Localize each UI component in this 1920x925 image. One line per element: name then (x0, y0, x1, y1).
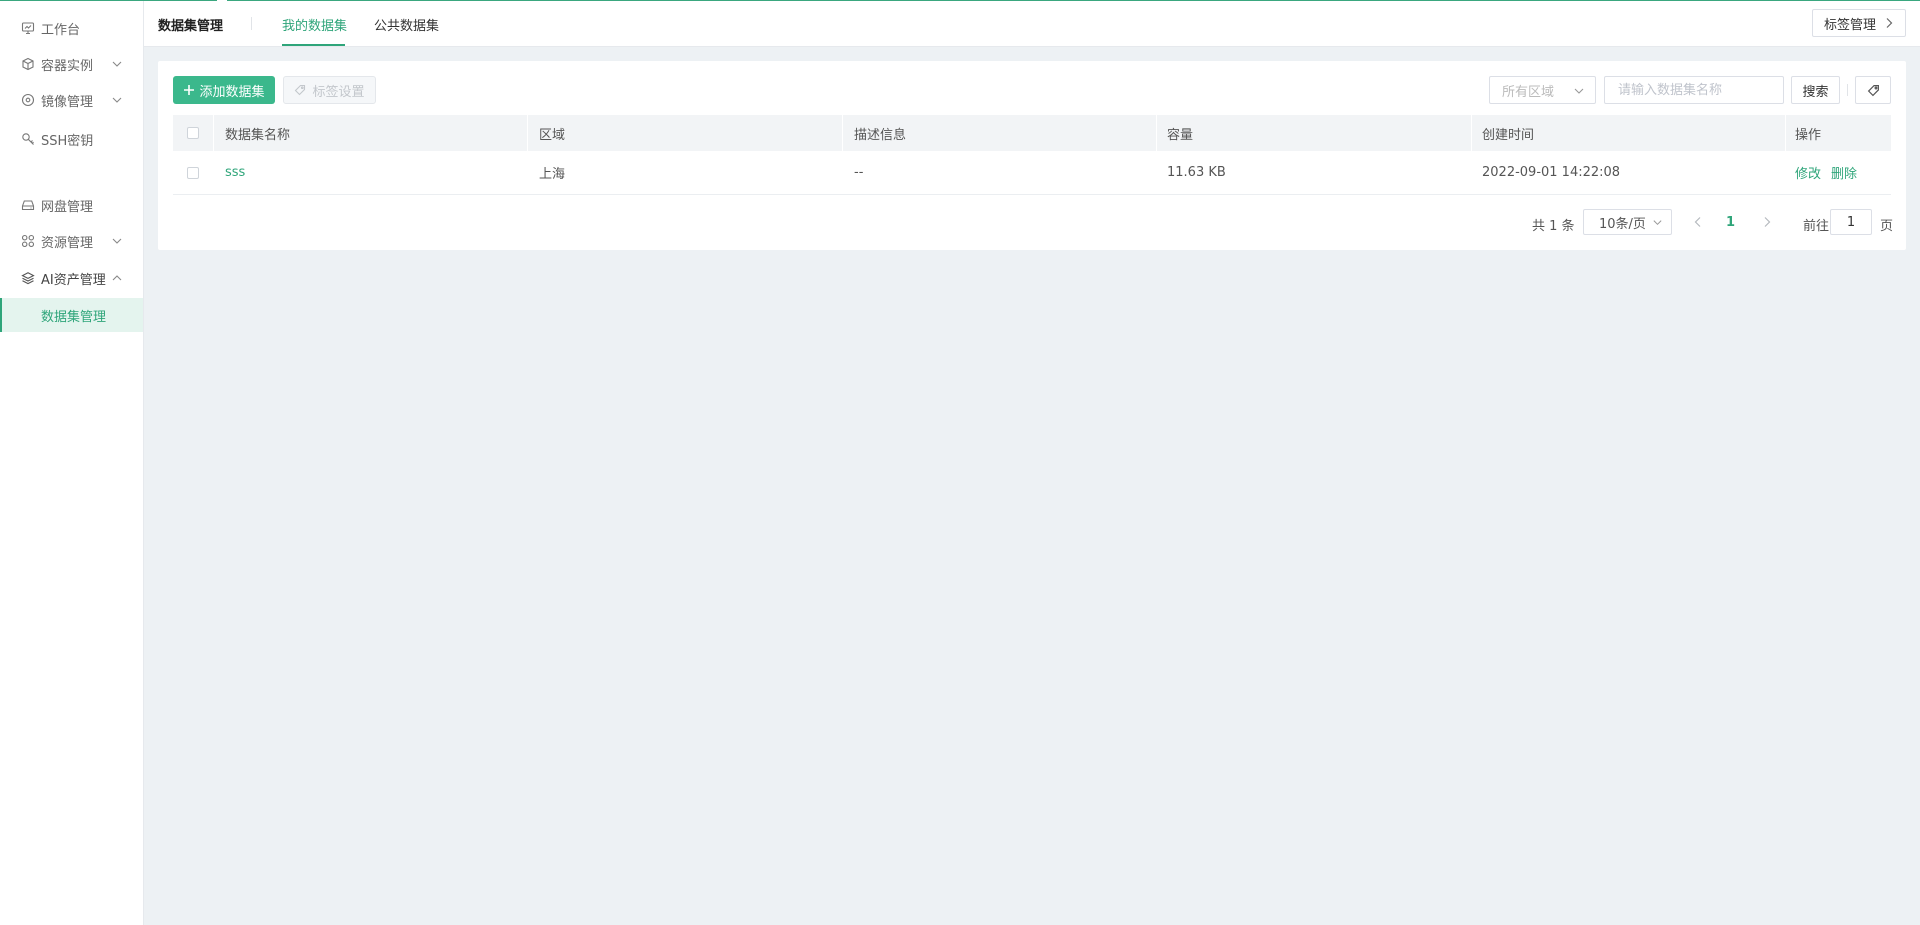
row-checkbox[interactable] (187, 166, 199, 179)
active-tab-indicator (282, 44, 345, 46)
add-dataset-button[interactable]: 添加数据集 (173, 76, 275, 104)
search-button[interactable]: 搜索 (1791, 76, 1840, 104)
page-suffix-label: 页 (1880, 219, 1894, 234)
tag-icon (295, 84, 306, 96)
edit-link[interactable]: 修改 (1795, 163, 1821, 182)
dataset-name-cell: sss (213, 151, 527, 194)
dataset-description-cell: -- (854, 165, 864, 180)
key-icon (21, 132, 35, 146)
sidebar-item-drive[interactable]: 网盘管理 (0, 189, 143, 221)
dataset-capacity-cell: 11.63 KB (1167, 165, 1226, 180)
chevron-down-icon (1653, 220, 1662, 226)
goto-label: 前往 (1803, 219, 1830, 234)
table-row: sss 上海 -- 11.63 KB 2022-09-01 14:22:08 修… (173, 151, 1891, 195)
delete-link[interactable]: 删除 (1831, 163, 1857, 182)
pagination: 共 1 条 10条/页 1 前往 页 (158, 209, 1906, 235)
sidebar-item-dataset-manage[interactable]: 数据集管理 (0, 298, 143, 332)
sidebar-item-label: 镜像管理 (41, 94, 94, 110)
sidebar-item-label: SSH密钥 (41, 133, 94, 149)
next-page-icon[interactable] (1760, 215, 1774, 229)
tag-manage-label: 标签管理 (1823, 17, 1876, 33)
region-select[interactable]: 所有区域 (1489, 76, 1596, 104)
sidebar-item-ssh[interactable]: SSH密钥 (0, 123, 143, 155)
sidebar-item-ai-assets[interactable]: AI资产管理 (0, 262, 143, 294)
pagination-total: 共 1 条 (1532, 219, 1575, 234)
page-size-select[interactable]: 10条/页 (1583, 209, 1672, 235)
column-header-region: 区域 (527, 115, 842, 151)
sidebar-item-label: 资源管理 (41, 235, 94, 251)
top-accent-gap (217, 0, 227, 2)
column-header-description: 描述信息 (842, 115, 1156, 151)
tag-filter-button[interactable] (1855, 76, 1891, 104)
add-dataset-label: 添加数据集 (199, 84, 265, 100)
sidebar-item-label: 网盘管理 (41, 199, 94, 215)
dashboard-icon (21, 21, 35, 35)
column-header-created: 创建时间 (1471, 115, 1785, 151)
dataset-created-cell: 2022-09-01 14:22:08 (1482, 165, 1621, 180)
page-header: 数据集管理 我的数据集 公共数据集 标签管理 (144, 0, 1920, 47)
sidebar-item-label: 工作台 (41, 22, 81, 38)
header-divider (251, 17, 252, 30)
tab-my-datasets[interactable]: 我的数据集 (282, 15, 347, 34)
column-header-actions: 操作 (1785, 115, 1891, 151)
tab-public-datasets[interactable]: 公共数据集 (374, 15, 439, 34)
toolbar-divider (1847, 84, 1848, 96)
page-number-current[interactable]: 1 (1726, 215, 1735, 230)
sidebar-item-resource[interactable]: 资源管理 (0, 225, 143, 257)
table-header: 数据集名称 区域 描述信息 容量 创建时间 操作 (173, 115, 1891, 151)
plus-icon (184, 85, 195, 95)
disc-icon (21, 93, 35, 107)
chevron-down-icon (112, 238, 122, 244)
tag-icon (1867, 84, 1879, 96)
drive-icon (21, 198, 35, 212)
sidebar-item-label: 数据集管理 (41, 309, 107, 325)
page-size-value: 10条/页 (1599, 216, 1646, 232)
sidebar-item-image[interactable]: 镜像管理 (0, 84, 143, 116)
search-input[interactable] (1604, 76, 1784, 104)
dataset-card: 添加数据集 标签设置 所有区域 搜索 数据集名称 区域 描述信息 容量 创建时间… (158, 61, 1906, 250)
chevron-down-icon (112, 61, 122, 67)
dataset-region-cell: 上海 (539, 167, 566, 182)
cube-icon (21, 57, 35, 71)
chevron-right-icon (1886, 18, 1893, 28)
tag-settings-label: 标签设置 (312, 84, 365, 100)
goto-page-input[interactable] (1830, 209, 1872, 235)
region-select-value: 所有区域 (1502, 84, 1555, 100)
top-accent-line (0, 0, 1920, 1)
sidebar-item-container[interactable]: 容器实例 (0, 48, 143, 80)
dataset-actions-cell: 修改 删除 (1785, 151, 1891, 194)
sidebar: 工作台 容器实例 镜像管理 SSH密钥 网盘管理 资源管理 AI资产管理 数据集… (0, 0, 144, 925)
layers-icon (21, 271, 35, 285)
page-title: 数据集管理 (158, 19, 224, 34)
chevron-up-icon (112, 275, 122, 281)
sidebar-item-label: AI资产管理 (41, 272, 106, 288)
chevron-down-icon (1574, 88, 1584, 94)
header-checkbox-cell (173, 115, 213, 151)
select-all-checkbox[interactable] (187, 127, 199, 139)
chevron-down-icon (112, 97, 122, 103)
column-header-capacity: 容量 (1156, 115, 1471, 151)
dataset-name-link[interactable]: sss (225, 165, 245, 180)
prev-page-icon[interactable] (1691, 215, 1705, 229)
tag-settings-button[interactable]: 标签设置 (283, 76, 376, 104)
sidebar-item-workbench[interactable]: 工作台 (0, 12, 143, 44)
grid-icon (21, 234, 35, 248)
dataset-table: 数据集名称 区域 描述信息 容量 创建时间 操作 sss 上海 -- 11.63… (173, 115, 1891, 195)
row-checkbox-cell (173, 151, 213, 194)
tag-manage-button[interactable]: 标签管理 (1812, 9, 1906, 37)
sidebar-item-label: 容器实例 (41, 58, 94, 74)
column-header-name: 数据集名称 (213, 115, 527, 151)
